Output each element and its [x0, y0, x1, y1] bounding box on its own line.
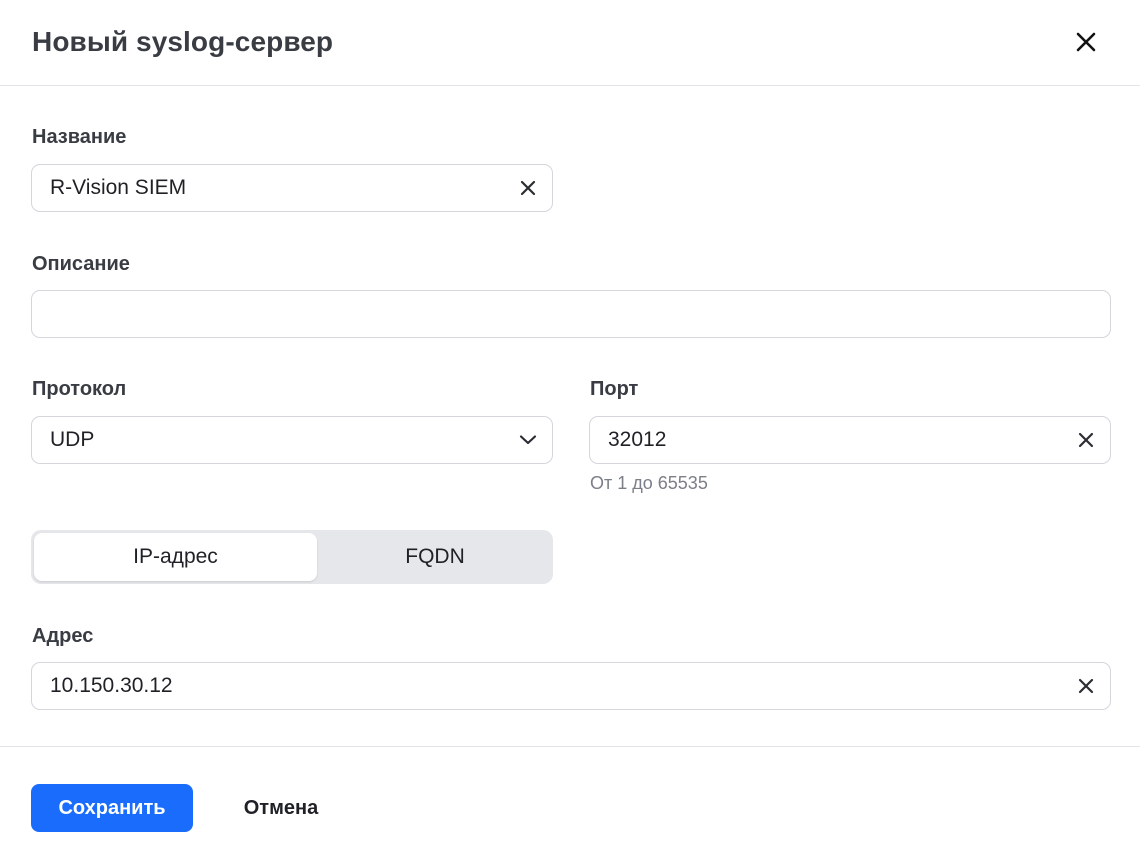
port-field[interactable]: 32012: [589, 416, 1111, 464]
dialog-header: Новый syslog-сервер: [0, 0, 1140, 86]
name-label: Название: [32, 126, 127, 148]
clear-icon: [1078, 432, 1094, 448]
address-value[interactable]: 10.150.30.12: [50, 674, 1074, 698]
address-type-switch: IP-адрес FQDN: [31, 530, 553, 584]
protocol-label: Протокол: [32, 378, 127, 400]
dialog-title: Новый syslog-сервер: [32, 26, 334, 57]
protocol-selected-value: UDP: [50, 428, 95, 451]
close-button[interactable]: [1068, 24, 1104, 60]
name-value[interactable]: R-Vision SIEM: [50, 176, 516, 200]
segment-ip-address[interactable]: IP-адрес: [34, 533, 317, 581]
name-field[interactable]: R-Vision SIEM: [31, 164, 553, 212]
segment-fqdn[interactable]: FQDN: [320, 533, 550, 581]
description-field[interactable]: [31, 290, 1111, 338]
port-hint: От 1 до 65535: [590, 473, 708, 493]
address-field[interactable]: 10.150.30.12: [31, 662, 1111, 710]
save-button[interactable]: Сохранить: [31, 784, 193, 832]
clear-icon: [520, 180, 536, 196]
syslog-server-dialog: Новый syslog-сервер Название R-Vision SI…: [0, 0, 1140, 865]
clear-name-button[interactable]: [516, 176, 540, 200]
dialog-footer: Сохранить Отмена: [0, 746, 1140, 865]
clear-icon: [1078, 678, 1094, 694]
address-label: Адрес: [32, 625, 94, 647]
cancel-button[interactable]: Отмена: [226, 784, 336, 832]
protocol-select[interactable]: UDP: [31, 416, 553, 464]
port-value[interactable]: 32012: [608, 428, 1074, 452]
protocol-dropdown-toggle[interactable]: [516, 428, 540, 452]
chevron-down-icon: [519, 435, 537, 445]
clear-address-button[interactable]: [1074, 674, 1098, 698]
close-icon: [1076, 32, 1096, 52]
clear-port-button[interactable]: [1074, 428, 1098, 452]
port-label: Порт: [590, 378, 639, 400]
description-label: Описание: [32, 253, 130, 275]
